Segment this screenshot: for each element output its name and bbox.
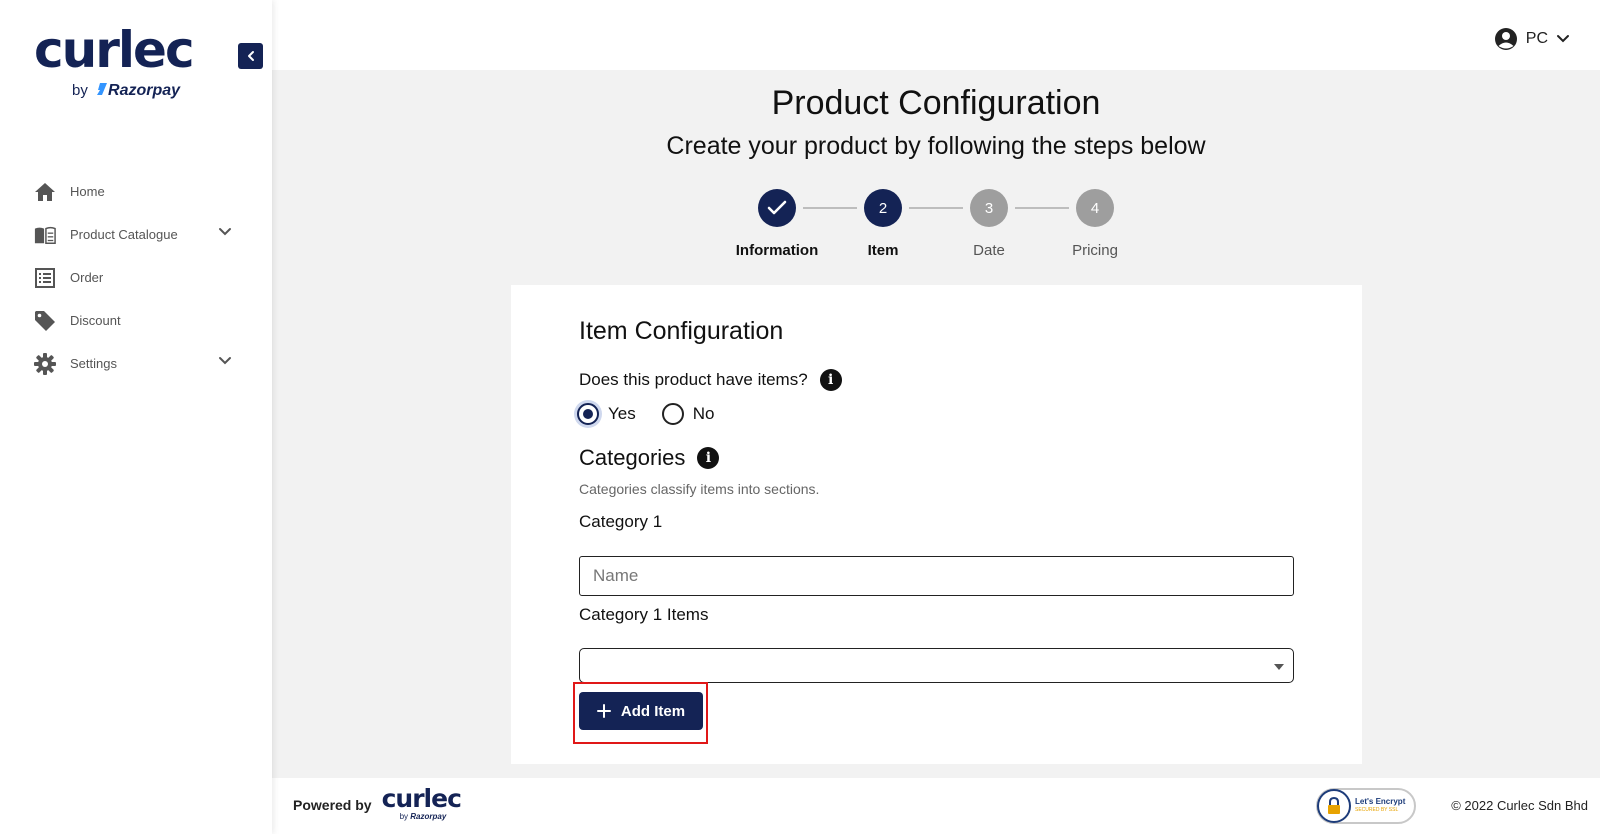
- powered-by: Powered by curlec by Razorpay: [293, 784, 462, 824]
- item-configuration-card: Item Configuration Does this product hav…: [511, 285, 1362, 764]
- add-item-label: Add Item: [620, 702, 686, 720]
- category-name-input[interactable]: [579, 556, 1294, 596]
- chevron-down-icon[interactable]: [218, 356, 232, 366]
- sidebar-item-home[interactable]: Home: [0, 170, 272, 213]
- book-icon: [34, 224, 56, 246]
- step-number: 2: [864, 189, 902, 227]
- step-information[interactable]: Information: [717, 189, 837, 259]
- lets-encrypt-badge[interactable]: Let's Encrypt SECURED BY SSL: [1316, 788, 1416, 824]
- step-pricing[interactable]: 4 Pricing: [1035, 189, 1155, 259]
- sidebar-item-product-catalogue[interactable]: Product Catalogue: [0, 213, 272, 256]
- footer-logo-byline: by Razorpay: [400, 812, 447, 821]
- footer: Powered by curlec by Razorpay Let's Encr…: [272, 778, 1600, 834]
- tag-icon: [34, 310, 56, 332]
- ssl-line-1: Let's Encrypt: [1355, 797, 1406, 806]
- step-number: 3: [970, 189, 1008, 227]
- curlec-logo[interactable]: curlec by Razorpay: [34, 21, 195, 99]
- question-text: Does this product have items?: [579, 370, 808, 389]
- footer-logo-wordmark: curlec: [381, 784, 462, 813]
- footer-curlec-logo[interactable]: curlec by Razorpay: [381, 784, 462, 824]
- account-circle-icon: [1494, 28, 1517, 50]
- categories-heading: Categories i: [579, 445, 720, 471]
- collapse-sidebar-button[interactable]: [238, 43, 263, 69]
- razorpay-mark-icon: [97, 83, 108, 95]
- radio-button-checked[interactable]: [577, 403, 599, 425]
- chevron-down-icon[interactable]: [218, 227, 232, 237]
- sidebar-item-label: Product Catalogue: [70, 227, 178, 242]
- step-label: Pricing: [1072, 242, 1118, 259]
- card-title: Item Configuration: [579, 317, 784, 345]
- logo-wordmark: curlec: [34, 21, 195, 79]
- radio-label: Yes: [608, 404, 636, 423]
- info-icon[interactable]: i: [697, 447, 720, 469]
- footer-logo-by-text: by: [399, 812, 409, 821]
- ssl-line-2: SECURED BY SSL: [1355, 807, 1399, 813]
- top-bar: PC: [272, 0, 1600, 70]
- check-icon: [767, 200, 787, 215]
- sidebar: curlec by Razorpay Home Product Catalogu…: [0, 0, 272, 834]
- step-label: Item: [867, 242, 899, 259]
- sidebar-item-order[interactable]: Order: [0, 256, 272, 299]
- sidebar-item-label: Discount: [70, 313, 121, 328]
- home-icon: [34, 181, 56, 203]
- step-date[interactable]: 3 Date: [929, 189, 1049, 259]
- footer-logo-razorpay-text: Razorpay: [410, 812, 447, 821]
- user-menu[interactable]: PC: [1494, 27, 1570, 51]
- radio-label: No: [692, 404, 715, 423]
- padlock-icon: [1317, 789, 1351, 823]
- sidebar-item-discount[interactable]: Discount: [0, 299, 272, 342]
- step-item[interactable]: 2 Item: [823, 189, 943, 259]
- radio-yes[interactable]: Yes: [577, 403, 636, 425]
- list-icon: [34, 267, 56, 289]
- category-items-select[interactable]: [579, 648, 1294, 683]
- chevron-left-icon: [247, 51, 254, 61]
- page-title: Product Configuration: [771, 84, 1101, 122]
- caret-down-icon: [1274, 664, 1284, 670]
- logo-razorpay-text: Razorpay: [108, 82, 181, 99]
- category-items-label: Category 1 Items: [579, 605, 709, 624]
- step-label: Date: [973, 242, 1005, 259]
- step-circle-completed: [758, 189, 796, 227]
- gear-icon: [34, 352, 56, 375]
- sidebar-item-label: Home: [70, 184, 105, 199]
- sidebar-item-label: Order: [70, 270, 104, 285]
- categories-description: Categories classify items into sections.: [579, 481, 820, 497]
- sidebar-item-label: Settings: [70, 356, 117, 371]
- radio-no[interactable]: No: [661, 403, 715, 425]
- logo-byline: by Razorpay: [72, 82, 180, 100]
- radio-button-unchecked[interactable]: [661, 403, 684, 425]
- categories-title: Categories: [579, 445, 686, 470]
- copyright-text: © 2022 Curlec Sdn Bhd: [1451, 798, 1588, 813]
- page-subtitle: Create your product by following the ste…: [666, 132, 1206, 160]
- has-items-radio-group: Yes No: [577, 403, 740, 425]
- step-number: 4: [1076, 189, 1114, 227]
- logo-by-text: by: [72, 82, 88, 99]
- user-initials: PC: [1525, 30, 1548, 47]
- category-name-label: Category 1: [579, 512, 663, 531]
- step-label: Information: [735, 242, 819, 259]
- ssl-text: Let's Encrypt SECURED BY SSL: [1355, 797, 1405, 815]
- info-icon[interactable]: i: [819, 369, 842, 391]
- add-item-button[interactable]: Add Item: [579, 692, 703, 730]
- chevron-down-icon: [1557, 35, 1569, 43]
- plus-icon: [596, 704, 611, 718]
- powered-by-text: Powered by: [293, 797, 372, 813]
- sidebar-item-settings[interactable]: Settings: [0, 342, 272, 385]
- has-items-question: Does this product have items? i: [579, 369, 842, 391]
- sidebar-nav: Home Product Catalogue Order Discount Se…: [0, 170, 272, 385]
